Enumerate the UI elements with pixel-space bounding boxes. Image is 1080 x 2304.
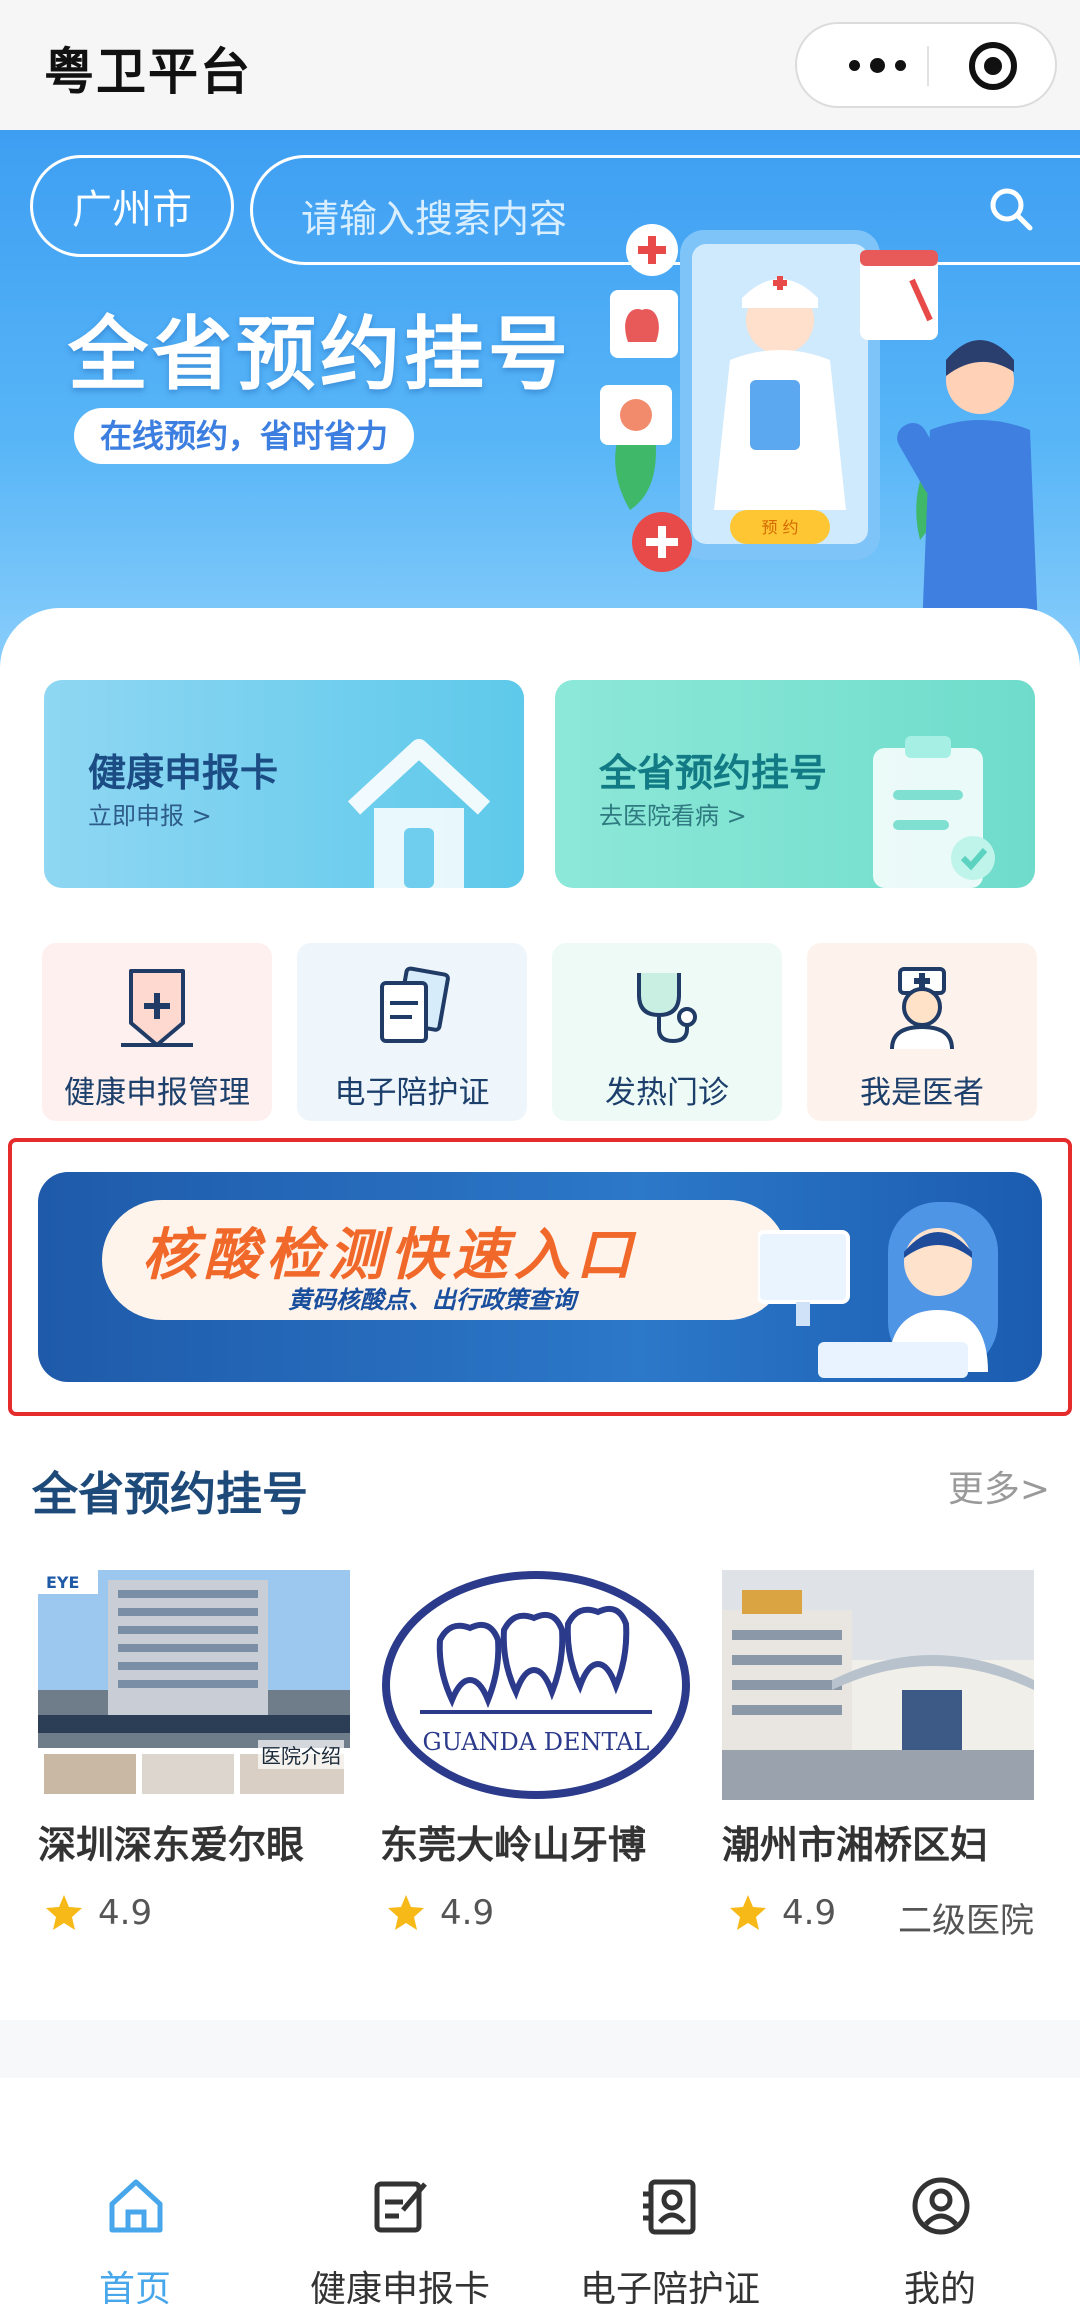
tab-mine[interactable]: 我的 (805, 2174, 1075, 2304)
capsule-divider (927, 46, 929, 86)
tile-health-declaration-manage[interactable]: 健康申报管理 (42, 943, 272, 1121)
tile-i-am-doctor[interactable]: 我是医者 (807, 943, 1037, 1121)
tile-label: 健康申报管理 (64, 1075, 250, 1111)
star-icon (46, 1895, 82, 1930)
svg-text:EYE: EYE (46, 1573, 79, 1592)
hospital-image (722, 1570, 1034, 1800)
hospital-name: 深圳深东爱尔眼 (38, 1823, 305, 1867)
tab-escort-certificate[interactable]: 电子陪护证 (535, 2174, 805, 2304)
covid-banner-title: 核酸检测快速入口 (142, 1223, 638, 1288)
app-page: 粤卫平台 广州市 请输入搜索内容 全省预约挂号 在线预约，省时省力 预 约 健康… (0, 0, 1080, 2304)
hospital-meta: 4.9 (38, 1891, 350, 1935)
hospital-meta: 4.9 二级医院 (722, 1891, 1034, 1941)
illustration-button-label: 预 约 (761, 518, 798, 537)
tab-home[interactable]: 首页 (0, 2174, 270, 2304)
banner-title: 全省预约挂号 (68, 308, 572, 401)
nucleic-acid-test-banner[interactable]: 核酸检测快速入口 黄码核酸点、出行政策查询 (38, 1172, 1042, 1382)
tile-escort-certificate[interactable]: 电子陪护证 (297, 943, 527, 1121)
nav-bar: 粤卫平台 (0, 0, 1080, 130)
id-card-icon (643, 2179, 696, 2235)
banner-subtitle: 在线预约，省时省力 (74, 408, 415, 464)
hospital-card[interactable]: GUANDA DENTAL 东莞大岭山牙博 4.9 (380, 1570, 692, 1935)
tile-label: 我是医者 (860, 1075, 984, 1111)
card-title: 健康申报卡 (88, 751, 279, 795)
hospital-rating: 4.9 (440, 1893, 495, 1933)
tab-bar: 首页 健康申报卡 电子陪护证 我的 (0, 2078, 1080, 2304)
hospital-rating: 4.9 (98, 1893, 153, 1933)
section-title: 全省预约挂号 (32, 1467, 308, 1521)
tab-label: 电子陪护证 (579, 2269, 760, 2304)
shield-plus-icon (121, 969, 193, 1047)
section-divider (0, 2020, 1080, 2078)
covid-banner-subtitle: 黄码核酸点、出行政策查询 (288, 1286, 576, 1314)
doctor-icon (890, 967, 954, 1050)
user-icon (912, 2177, 970, 2235)
app-title: 粤卫平台 (44, 43, 252, 101)
tab-health-card[interactable]: 健康申报卡 (265, 2174, 535, 2304)
more-link[interactable]: 更多> (948, 1460, 1050, 1512)
health-declaration-card[interactable]: 健康申报卡 立即申报 > (44, 680, 524, 888)
card-title: 全省预约挂号 (599, 751, 828, 795)
doctor-at-computer-illustration (758, 1202, 998, 1378)
city-selector[interactable]: 广州市 (30, 155, 234, 257)
hero-banner[interactable]: 广州市 请输入搜索内容 全省预约挂号 在线预约，省时省力 预 约 (0, 130, 1080, 690)
tile-label: 电子陪护证 (334, 1075, 490, 1111)
hospital-level: 二级医院 (898, 1901, 1034, 1941)
hospital-image: EYE 医院介绍 (38, 1570, 350, 1800)
provincial-appointment-card[interactable]: 全省预约挂号 去医院看病 > (555, 680, 1035, 888)
image-caption: 医院介绍 (258, 1740, 344, 1769)
hospital-name: 东莞大岭山牙博 (380, 1823, 647, 1867)
home-icon (109, 2179, 163, 2233)
documents-icon (380, 966, 450, 1043)
tile-fever-clinic[interactable]: 发热门诊 (552, 943, 782, 1121)
logo-text: GUANDA DENTAL (423, 1728, 650, 1756)
tile-label: 发热门诊 (605, 1075, 729, 1111)
hospital-card[interactable]: 潮州市湘桥区妇 4.9 二级医院 (722, 1570, 1034, 1941)
star-icon (730, 1895, 766, 1930)
tab-label: 首页 (98, 2269, 171, 2304)
search-placeholder: 请输入搜索内容 (301, 197, 568, 241)
hospital-logo: GUANDA DENTAL (380, 1570, 692, 1800)
hospital-meta: 4.9 (380, 1891, 692, 1935)
clipboard-check-icon (873, 736, 995, 888)
hospital-card[interactable]: EYE 医院介绍 深圳深东爱尔眼 4.9 (38, 1570, 350, 1935)
more-icon[interactable] (827, 24, 927, 106)
card-subtitle[interactable]: 立即申报 > (88, 796, 212, 831)
card-subtitle[interactable]: 去医院看病 > (599, 796, 747, 831)
tab-label: 我的 (903, 2269, 976, 2304)
house-icon (347, 739, 491, 888)
tab-label: 健康申报卡 (309, 2269, 490, 2304)
hospital-rating: 4.9 (782, 1893, 837, 1933)
stethoscope-icon (637, 973, 697, 1044)
mini-program-capsule (795, 22, 1057, 108)
close-icon[interactable] (969, 42, 1017, 90)
hospital-name: 潮州市湘桥区妇 (722, 1823, 989, 1867)
star-icon (388, 1895, 424, 1930)
edit-icon (374, 2181, 427, 2233)
